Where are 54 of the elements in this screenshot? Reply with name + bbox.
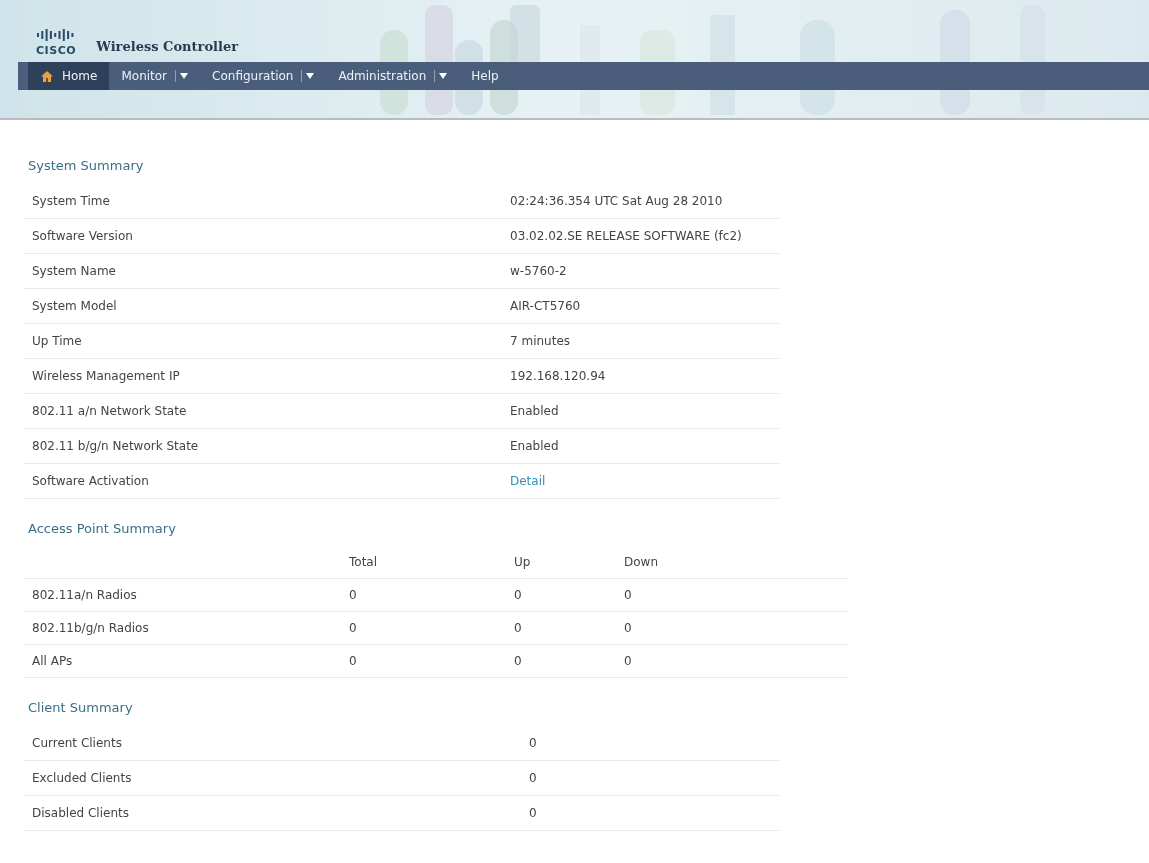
row-label: System Time — [32, 192, 111, 210]
table-cell-text: 0 — [514, 620, 523, 637]
cisco-logo: CISCO — [36, 45, 77, 56]
table-cell-text: 0 — [624, 587, 633, 604]
nav-tab[interactable]: Monitor — [109, 62, 201, 90]
detail-link[interactable]: Detail — [510, 471, 546, 490]
row-value: 7 minutes — [510, 332, 571, 350]
row-label: 802.11a/n Radios — [32, 587, 138, 604]
row-label: Disabled Clients — [32, 804, 130, 822]
row-label: Current Clients — [32, 734, 123, 752]
table-cell-text: 0 — [624, 653, 633, 670]
row-value: Enabled — [510, 402, 559, 420]
row-label: Up Time — [32, 332, 83, 350]
nav-tab[interactable]: Administration — [326, 62, 460, 90]
row-label: Wireless Management IP — [32, 367, 181, 385]
row-value: Enabled — [510, 437, 559, 455]
row-value: 0 — [529, 734, 537, 752]
row-label: 802.11b/g/n Radios — [32, 620, 150, 637]
table-cell-text: 0 — [349, 653, 358, 670]
row-value: 03.02.02.SE RELEASE SOFTWARE (fc2) — [510, 227, 742, 245]
row-label: 802.11 a/n Network State — [32, 402, 188, 420]
nav-tab[interactable]: Help — [459, 62, 511, 90]
row-value: w-5760-2 — [510, 262, 567, 280]
table-cell-text: 0 — [514, 587, 523, 604]
table-cell-text: 0 — [514, 653, 523, 670]
column-header: Up — [514, 554, 532, 571]
row-label: 802.11 b/g/n Network State — [32, 437, 200, 455]
logo-bars-icon — [37, 29, 76, 41]
row-label: System Model — [32, 297, 118, 315]
table-cell-text: 0 — [349, 620, 358, 637]
row-label: Excluded Clients — [32, 769, 133, 787]
caret-icon — [306, 73, 315, 79]
table-cell-text: 0 — [349, 587, 358, 604]
section-heading: Access Point Summary — [27, 519, 177, 538]
home-icon — [40, 69, 54, 83]
table-cell-text: 0 — [624, 620, 633, 637]
app-title: Wireless Controller — [96, 37, 239, 56]
row-label: Software Version — [32, 227, 134, 245]
section-heading: System Summary — [27, 157, 145, 175]
row-value: 0 — [529, 769, 537, 787]
row-label: System Name — [32, 262, 117, 280]
row-label: All APs — [32, 653, 74, 670]
caret-icon — [180, 73, 189, 79]
section-heading: Client Summary — [27, 699, 134, 717]
row-label: Software Activation — [32, 472, 150, 490]
column-header: Total — [349, 554, 379, 571]
column-header: Down — [624, 554, 659, 571]
nav-tab[interactable]: Home — [28, 62, 110, 90]
row-value: AIR-CT5760 — [510, 297, 581, 315]
row-value: 0 — [529, 804, 537, 822]
row-value: 02:24:36.354 UTC Sat Aug 28 2010 — [510, 192, 723, 210]
row-value: 192.168.120.94 — [510, 367, 606, 385]
nav-tab[interactable]: Configuration — [200, 62, 327, 90]
caret-icon — [439, 73, 448, 79]
